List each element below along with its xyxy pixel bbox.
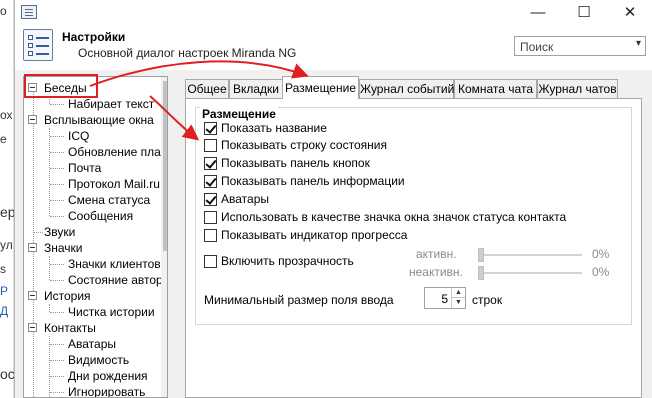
option-show-button-bar[interactable]: Показывать панель кнопок xyxy=(204,156,370,172)
tab-tabs[interactable]: Вкладки xyxy=(229,79,283,98)
maximize-button[interactable]: ☐ xyxy=(561,0,607,24)
close-button[interactable]: ✕ xyxy=(607,0,652,24)
tree-item[interactable]: Набирает текст xyxy=(68,96,154,112)
background-text: е xyxy=(0,132,7,146)
tab-layout[interactable]: Размещение xyxy=(282,76,359,99)
show-button-bar-checkbox[interactable] xyxy=(204,157,217,170)
window-icon xyxy=(21,5,37,19)
tree-item[interactable]: Значки xyxy=(44,240,83,256)
group-title: Размещение xyxy=(200,107,278,121)
background-text: Р xyxy=(0,284,9,298)
option-show-info-bar[interactable]: Показывать панель информации xyxy=(204,174,405,190)
background-text: о xyxy=(0,4,7,18)
active-slider-thumb[interactable] xyxy=(478,248,484,262)
dialog-subtitle: Основной диалог настроек Miranda NG xyxy=(78,46,297,60)
option-show-status-bar[interactable]: Показывать строку состояния xyxy=(204,138,387,154)
active-slider-value: 0% xyxy=(592,247,610,261)
inactive-slider-track[interactable] xyxy=(478,272,582,274)
tree-item[interactable]: Чистка истории xyxy=(68,304,155,320)
expander-icon[interactable] xyxy=(28,243,37,252)
layout-group: Размещение Показать название Показывать … xyxy=(195,107,632,325)
tree-item[interactable]: Смена статуса xyxy=(68,192,150,208)
spin-up-icon[interactable]: ▲ xyxy=(451,288,465,298)
minimize-button[interactable]: — xyxy=(515,0,561,24)
expander-icon[interactable] xyxy=(28,115,37,124)
option-status-icon[interactable]: Использовать в качестве значка окна знач… xyxy=(204,210,566,226)
tree-item[interactable]: Почта xyxy=(68,160,101,176)
option-avatars[interactable]: Аватары xyxy=(204,192,269,208)
background-text: ос xyxy=(0,366,14,382)
background-window: о ох е ер ул s Р Д ос xyxy=(0,0,14,398)
chevron-down-icon[interactable]: ▾ xyxy=(636,38,641,49)
option-label: Аватары xyxy=(221,192,269,206)
settings-tree[interactable]: Беседы Набирает текст Всплывающие окна ICQ О… xyxy=(23,76,168,398)
option-label: Показывать панель информации xyxy=(221,174,405,188)
active-slider-label: активн. xyxy=(416,247,457,261)
tree-item[interactable]: Значки клиентов xyxy=(68,256,161,272)
search-combobox[interactable]: Поиск ▾ xyxy=(514,36,646,56)
tab-general[interactable]: Общее xyxy=(185,79,229,98)
avatars-checkbox[interactable] xyxy=(204,193,217,206)
show-info-bar-checkbox[interactable] xyxy=(204,175,217,188)
option-show-title[interactable]: Показать название xyxy=(204,121,327,137)
tab-chat-room[interactable]: Комната чата xyxy=(454,79,537,98)
option-transparency[interactable]: Включить прозрачность xyxy=(204,254,354,270)
active-slider-track[interactable] xyxy=(478,254,582,256)
settings-checklist-icon xyxy=(23,29,53,61)
tree-item[interactable]: Состояние автори xyxy=(68,272,167,288)
expander-icon[interactable] xyxy=(28,323,37,332)
option-label: Включить прозрачность xyxy=(221,254,354,268)
tabs-area: Общее Вкладки Размещение Журнал событий … xyxy=(181,76,652,398)
min-input-label: Минимальный размер поля ввода xyxy=(204,293,394,307)
inactive-slider-value: 0% xyxy=(592,265,610,279)
tab-panel-layout: Размещение Показать название Показывать … xyxy=(185,98,642,398)
transparency-checkbox[interactable] xyxy=(204,255,217,268)
expander-icon[interactable] xyxy=(28,291,37,300)
dialog-title: Настройки xyxy=(62,30,126,44)
search-placeholder: Поиск xyxy=(520,40,554,54)
option-label: Показывать индикатор прогресса xyxy=(221,228,408,242)
tree-item[interactable]: Обновление плаги xyxy=(68,144,167,160)
option-progress-indicator[interactable]: Показывать индикатор прогресса xyxy=(204,228,407,244)
tree-item[interactable]: Дни рождения xyxy=(68,368,148,384)
background-text: ул xyxy=(0,238,13,252)
title-bar[interactable]: — ☐ ✕ xyxy=(15,0,652,24)
tree-item[interactable]: Всплывающие окна xyxy=(44,112,154,128)
tree-item[interactable]: Протокол Mail.ru А xyxy=(68,176,167,192)
show-status-bar-checkbox[interactable] xyxy=(204,139,217,152)
tree-item[interactable]: Видимость xyxy=(68,352,129,368)
tab-chat-log[interactable]: Журнал чатов xyxy=(537,79,618,98)
tree-item[interactable]: Звуки xyxy=(44,224,75,240)
background-text: ер xyxy=(0,204,14,220)
tree-item[interactable]: Игнорировать xyxy=(68,384,145,397)
option-label: Показать название xyxy=(221,121,327,135)
background-text: Д xyxy=(0,304,9,318)
inactive-slider-label: неактивн. xyxy=(409,265,463,279)
tree-item[interactable]: История xyxy=(44,288,91,304)
status-icon-checkbox[interactable] xyxy=(204,211,217,224)
tree-scrollbar-thumb[interactable] xyxy=(163,81,167,251)
spin-down-icon[interactable]: ▼ xyxy=(451,298,465,308)
tree-item[interactable]: ICQ xyxy=(68,128,89,144)
background-text: ох xyxy=(0,108,13,122)
tab-event-log[interactable]: Журнал событий xyxy=(359,79,454,98)
option-label: Использовать в качестве значка окна знач… xyxy=(221,210,567,224)
tree-item[interactable]: Сообщения xyxy=(68,208,133,224)
tree-item[interactable]: Контакты xyxy=(44,320,96,336)
dialog-header: Настройки Основной диалог настроек Miran… xyxy=(15,24,652,70)
inactive-slider-thumb[interactable] xyxy=(478,266,484,280)
tree-item[interactable]: Аватары xyxy=(68,336,116,352)
background-text: s xyxy=(0,262,6,276)
settings-window: — ☐ ✕ Настройки Основной диалог настроек… xyxy=(14,0,652,398)
option-label: Показывать строку состояния xyxy=(221,138,387,152)
min-input-spinner[interactable]: 5 ▲ ▼ xyxy=(424,287,466,309)
min-input-unit: строк xyxy=(472,293,503,307)
option-label: Показывать панель кнопок xyxy=(221,156,370,170)
show-title-checkbox[interactable] xyxy=(204,122,217,135)
min-input-value[interactable]: 5 xyxy=(441,292,448,306)
annotation-highlight-box xyxy=(24,74,98,98)
progress-indicator-checkbox[interactable] xyxy=(204,229,217,242)
